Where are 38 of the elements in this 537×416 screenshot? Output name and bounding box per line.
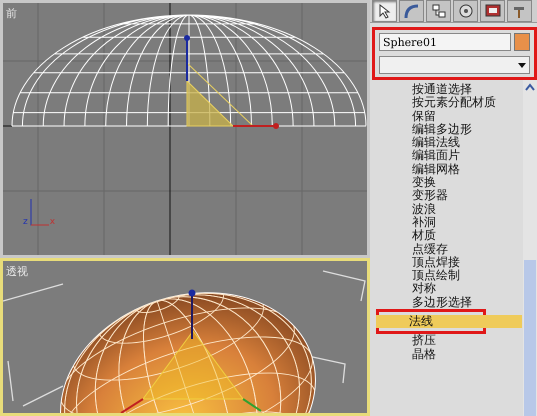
- panel-tab[interactable]: [453, 0, 478, 22]
- circle-icon: [456, 3, 474, 19]
- panel-tab[interactable]: [480, 0, 505, 22]
- modifier-item[interactable]: 晶格: [370, 348, 523, 361]
- monitor-icon: [484, 3, 502, 19]
- panel-tab[interactable]: [426, 0, 451, 22]
- modifier-item[interactable]: 变换: [370, 176, 523, 190]
- modifier-item[interactable]: 顶点焊接: [370, 256, 523, 270]
- modifier-item[interactable]: 编辑多边形: [370, 122, 523, 136]
- modifier-item[interactable]: 顶点绘制: [370, 269, 523, 282]
- modifier-item[interactable]: 编辑面片: [370, 149, 523, 163]
- modifier-item[interactable]: 按元素分配材质: [370, 96, 523, 110]
- modifier-item[interactable]: 材质: [370, 229, 523, 243]
- modifier-item[interactable]: 多边形选择: [370, 296, 523, 310]
- axis-label: x: [50, 218, 56, 227]
- modifier-item[interactable]: 补洞: [370, 216, 523, 230]
- axis-label: z: [23, 218, 28, 227]
- scrollbar[interactable]: [523, 80, 537, 416]
- viewport-label: 透视: [6, 264, 28, 279]
- object-name-field[interactable]: Sphere01: [379, 33, 511, 51]
- hierarchy-icon: [430, 3, 448, 19]
- modifier-item[interactable]: 按通道选择: [370, 83, 523, 96]
- modifier-item[interactable]: 对称: [370, 282, 523, 296]
- modifier-item[interactable]: 点缓存: [370, 242, 523, 256]
- modifier-item[interactable]: 编辑网格: [370, 162, 523, 176]
- modifier-item[interactable]: 法线: [376, 315, 522, 328]
- dropdown-caret-icon: [518, 62, 526, 68]
- modifier-item[interactable]: 变形器: [370, 189, 523, 203]
- modifier-item[interactable]: 保留: [370, 110, 523, 123]
- axis-tripod-icon: [28, 199, 49, 227]
- modifier-list-dropdown[interactable]: [379, 56, 530, 74]
- viewport-label: 前: [6, 6, 17, 21]
- panel-tab[interactable]: [372, 0, 397, 22]
- modifier-item[interactable]: 波浪: [370, 202, 523, 216]
- modifier-item[interactable]: 编辑法线: [370, 136, 523, 150]
- curve-icon: [402, 3, 420, 19]
- modifier-item[interactable]: 挤压: [370, 334, 523, 348]
- object-color-swatch[interactable]: [514, 33, 530, 51]
